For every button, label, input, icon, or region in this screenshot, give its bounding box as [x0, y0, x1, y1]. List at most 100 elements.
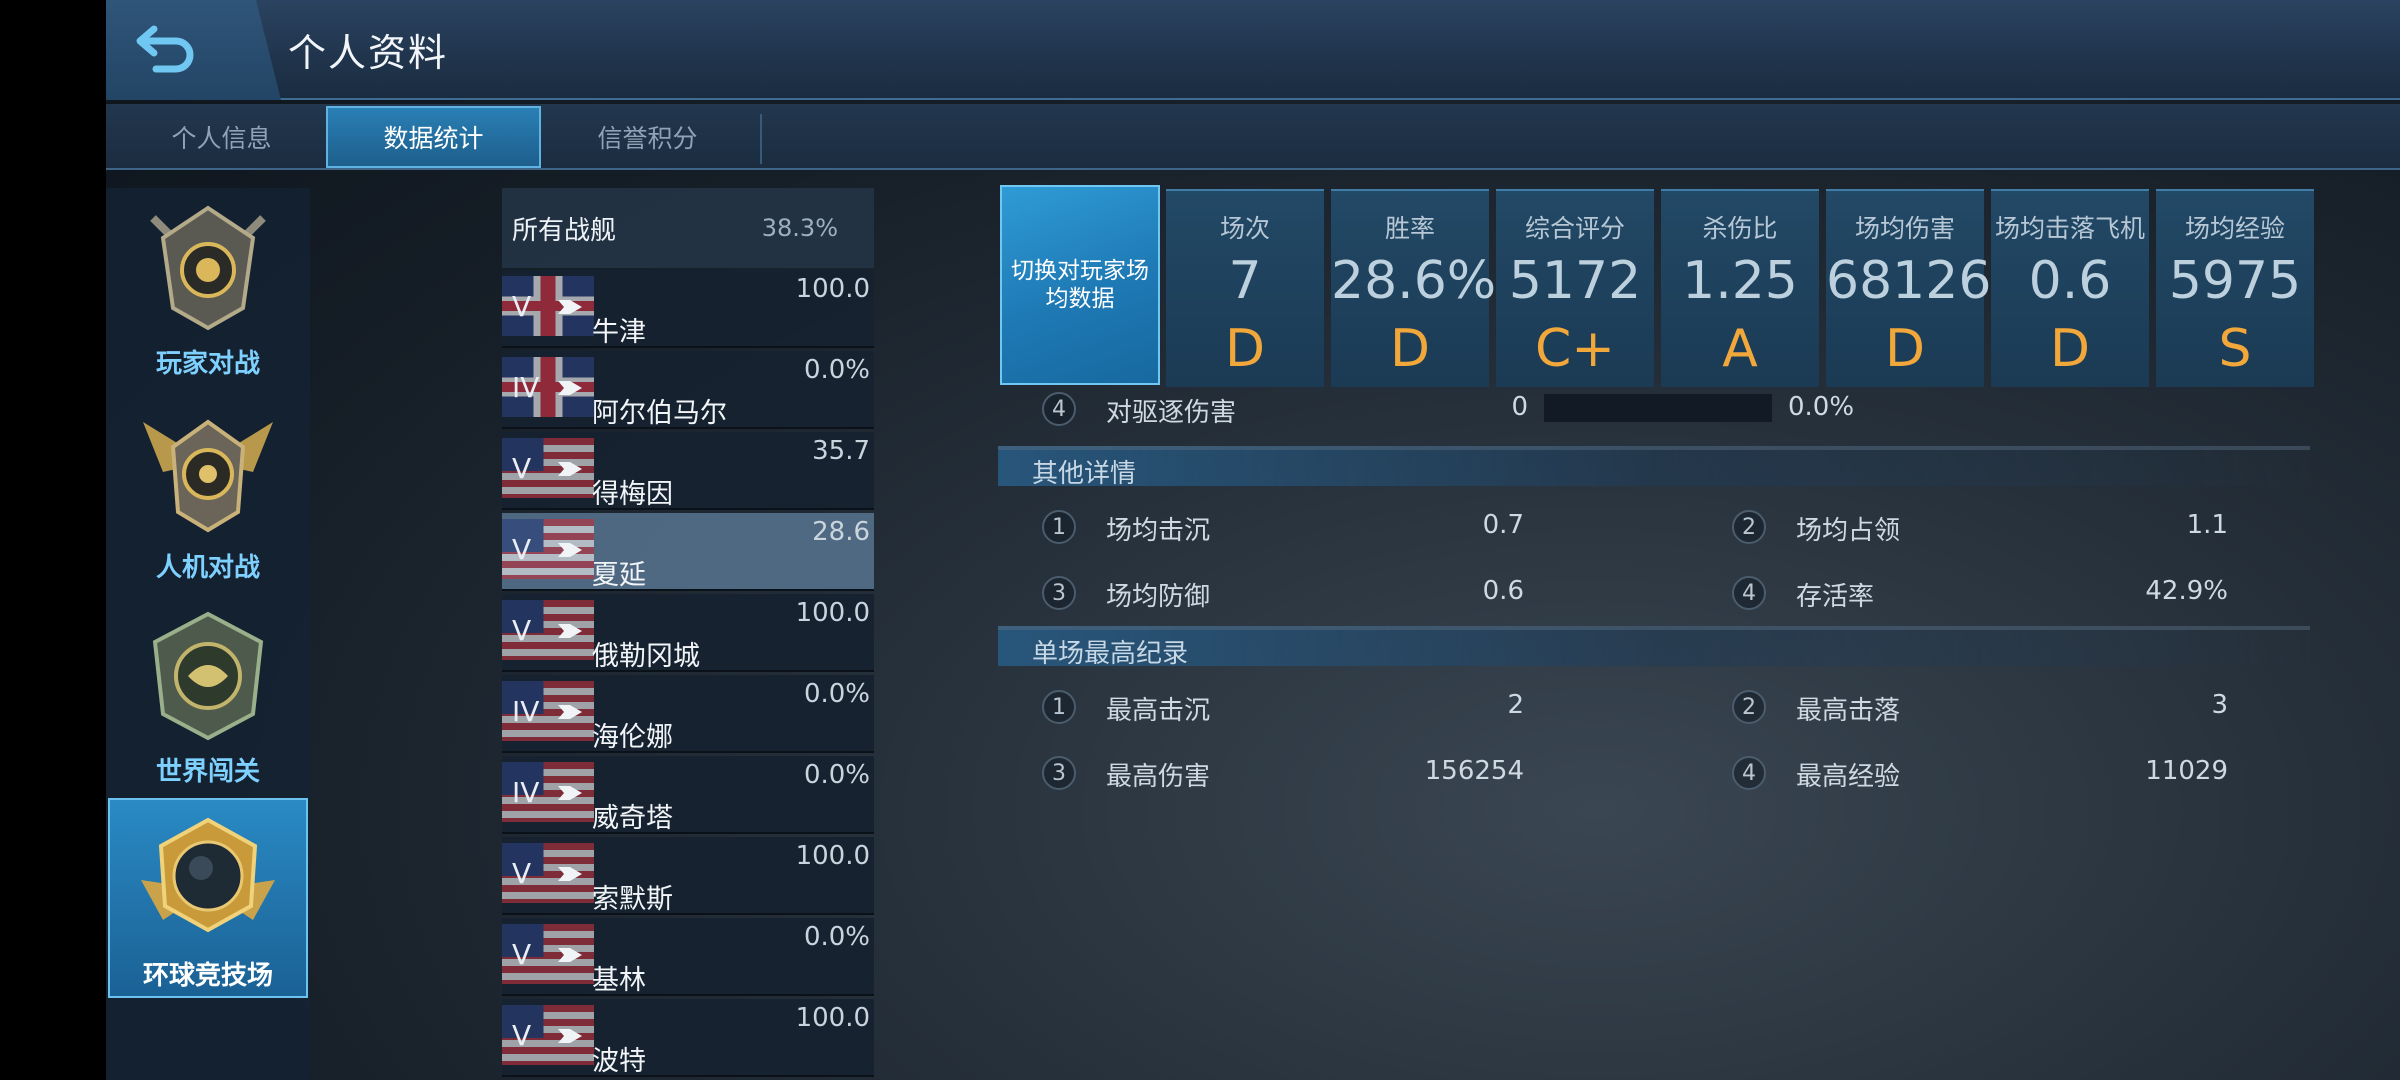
ship-row[interactable]: V 夏延 28.6 — [502, 513, 874, 591]
stat-value: 68126 — [1826, 251, 1992, 311]
detail-value: 156254 — [1424, 756, 1524, 786]
ship-name: 得梅因 — [592, 479, 673, 510]
stat-label: 场次 — [1219, 214, 1270, 243]
stat-grade: D — [1884, 319, 1926, 379]
ship-name: 夏延 — [592, 560, 646, 591]
stat-card: 场均经验 5975 S — [2156, 189, 2314, 387]
ship-row[interactable]: V 波特 100.0 — [502, 999, 874, 1077]
all-ships-row[interactable]: 所有战舰 38.3% — [502, 188, 874, 268]
ship-type-icon — [558, 1029, 582, 1043]
left-black-strip — [0, 0, 106, 1080]
ship-tier: V — [512, 1019, 532, 1052]
ship-list: 所有战舰 38.3% V 牛津 100.0 IV 阿尔伯马尔 0.0% V 得梅因 35.7 V 夏… — [502, 188, 982, 1080]
ship-name: 索默斯 — [592, 884, 673, 915]
ship-row[interactable]: V 索默斯 100.0 — [502, 837, 874, 915]
mode-item-pve[interactable]: 人机对战 — [108, 392, 308, 592]
stat-value: 28.6% — [1331, 251, 1497, 311]
damage-label: 对驱逐伤害 — [1106, 398, 1237, 428]
detail-value: 1.1 — [2186, 510, 2228, 540]
back-arrow-icon — [136, 25, 193, 73]
header-bar: 个人资料 — [106, 0, 2400, 100]
detail-label: 存活率 — [1796, 582, 1875, 612]
detail-value: 0.7 — [1482, 510, 1524, 540]
stat-label: 场均击落飞机 — [1994, 214, 2145, 243]
ship-type-icon — [558, 867, 582, 881]
stat-value: 7 — [1228, 251, 1262, 311]
back-button[interactable] — [106, 0, 281, 100]
ship-row[interactable]: V 基林 0.0% — [502, 918, 874, 996]
row-number-badge: 1 — [1042, 510, 1076, 544]
ship-tier: V — [512, 452, 532, 485]
ship-row[interactable]: IV 威奇塔 0.0% — [502, 756, 874, 834]
stat-grade: D — [1389, 319, 1431, 379]
row-number-badge: 4 — [1042, 392, 1076, 426]
stat-grade: D — [1224, 319, 1266, 379]
detail-value: 2 — [1507, 690, 1524, 720]
tab-personal-info[interactable]: 个人信息 — [114, 106, 329, 168]
stat-value: 0.6 — [2028, 251, 2112, 311]
detail-label: 最高击落 — [1796, 696, 1901, 726]
ship-tier: V — [512, 614, 532, 647]
stat-card: 场均击落飞机 0.6 D — [1991, 189, 2149, 387]
row-number-badge: 3 — [1042, 756, 1076, 790]
row-number-badge: 1 — [1042, 690, 1076, 724]
mode-item-world[interactable]: 世界闯关 — [108, 596, 308, 796]
stat-value: 5172 — [1508, 251, 1642, 311]
section-header-other: 其他详情 — [998, 446, 2310, 489]
stat-grade: D — [2049, 319, 2091, 379]
stat-value: 5975 — [2168, 251, 2302, 311]
ship-win-rate: 100.0 — [795, 841, 870, 871]
mode-item-arena[interactable]: 环球竞技场 — [108, 798, 308, 998]
ship-type-icon — [558, 543, 582, 557]
ship-win-rate: 0.0% — [803, 760, 870, 790]
ship-name: 波特 — [592, 1046, 646, 1077]
ship-row[interactable]: V 得梅因 35.7 — [502, 432, 874, 510]
row-number-badge: 2 — [1732, 510, 1766, 544]
all-ships-rate: 38.3% — [761, 214, 838, 242]
section-title: 单场最高纪录 — [1032, 639, 1189, 669]
tab-data-stats[interactable]: 数据统计 — [326, 106, 541, 168]
damage-bar — [1544, 394, 1772, 422]
section-header-records: 单场最高纪录 — [998, 626, 2310, 669]
row-number-badge: 3 — [1042, 576, 1076, 610]
stat-card: 杀伤比 1.25 A — [1661, 189, 1819, 387]
stat-card: 场次 7 D — [1166, 189, 1324, 387]
stat-label: 场均伤害 — [1854, 214, 1955, 243]
ship-type-icon — [558, 300, 582, 314]
ship-win-rate: 0.0% — [803, 355, 870, 385]
switch-data-button[interactable]: 切换对玩家场均数据 — [1000, 185, 1160, 385]
ship-win-rate: 100.0 — [795, 1003, 870, 1033]
ship-win-rate: 0.0% — [803, 679, 870, 709]
ship-type-icon — [558, 462, 582, 476]
ship-row[interactable]: V 牛津 100.0 — [502, 270, 874, 348]
stat-card: 综合评分 5172 C+ — [1496, 189, 1654, 387]
mode-label: 环球竞技场 — [142, 961, 273, 991]
ship-tier: V — [512, 857, 532, 890]
stat-grade: A — [1722, 319, 1758, 379]
stat-card: 场均伤害 68126 D — [1826, 189, 1992, 387]
detail-label: 最高击沉 — [1106, 696, 1211, 726]
ship-name: 基林 — [592, 965, 646, 996]
tab-credit-score[interactable]: 信誉积分 — [540, 106, 755, 168]
ship-win-rate: 0.0% — [803, 922, 870, 952]
globe-laurel-emblem-icon — [152, 611, 264, 741]
stat-card: 胜率 28.6% D — [1331, 189, 1497, 387]
ship-row[interactable]: IV 阿尔伯马尔 0.0% — [502, 351, 874, 429]
mode-item-pvp[interactable]: 玩家对战 — [108, 188, 308, 388]
ship-win-rate: 100.0 — [795, 274, 870, 304]
mode-label: 玩家对战 — [155, 349, 260, 379]
detail-value: 0.6 — [1482, 576, 1524, 606]
page-title: 个人资料 — [288, 31, 449, 75]
stat-label: 综合评分 — [1524, 214, 1625, 243]
ship-type-icon — [558, 948, 582, 962]
ship-row[interactable]: V 俄勒冈城 100.0 — [502, 594, 874, 672]
profile-screen: 个人资料 个人信息 数据统计 信誉积分 玩家对战 人机对战 世界闯关 环球竞技场… — [106, 0, 2400, 1080]
ship-name: 威奇塔 — [592, 803, 673, 834]
detail-label: 最高伤害 — [1106, 762, 1211, 792]
detail-value: 11029 — [2145, 756, 2228, 786]
ship-name: 阿尔伯马尔 — [592, 398, 727, 429]
ship-row[interactable]: IV 海伦娜 0.0% — [502, 675, 874, 753]
stat-label: 杀伤比 — [1702, 214, 1778, 243]
ship-tier: V — [512, 938, 532, 971]
row-number-badge: 4 — [1732, 576, 1766, 610]
